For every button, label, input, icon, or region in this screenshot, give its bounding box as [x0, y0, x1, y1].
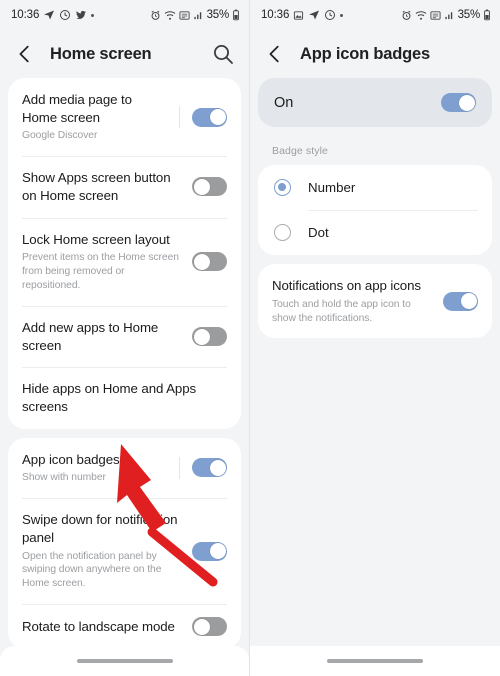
radio-dot[interactable] — [274, 224, 291, 241]
chevron-left-icon[interactable] — [264, 43, 286, 65]
settings-card-general: Add media page to Home screen Google Dis… — [8, 78, 241, 429]
search-icon[interactable] — [211, 42, 235, 66]
nav-bar-left — [0, 646, 249, 676]
status-bar-right: 10:36 35% — [250, 0, 500, 30]
twitter-icon — [76, 10, 87, 19]
row-sublabel: Google Discover — [22, 130, 98, 142]
settings-card-badges: App icon badges Show with number Swipe d… — [8, 437, 241, 650]
left-phone-screen: 10:36 35% Home screen Add media page to … — [0, 0, 250, 676]
app-header-right: App icon badges — [250, 30, 500, 78]
alarm-icon — [402, 10, 411, 20]
toggle-lock-home-layout[interactable] — [192, 252, 227, 272]
row-sublabel: Prevent items on the Home screen from be… — [22, 252, 179, 292]
network-icon — [179, 10, 190, 20]
right-phone-screen: 10:36 35% App icon badges On Badge style… — [250, 0, 500, 676]
signal-icon — [193, 11, 201, 19]
dot-icon — [91, 13, 95, 17]
radio-label: Dot — [308, 225, 329, 240]
signal-icon — [444, 11, 452, 19]
dot-icon — [340, 13, 344, 17]
row-sublabel: Show with number — [22, 472, 106, 484]
row-rotate-landscape[interactable]: Rotate to landscape mode — [8, 604, 241, 649]
notifications-card: Notifications on app icons Touch and hol… — [258, 264, 492, 339]
row-hide-apps[interactable]: Hide apps on Home and Apps screens — [8, 367, 241, 428]
image-icon — [294, 10, 304, 20]
wifi-icon — [164, 10, 175, 20]
battery-icon — [233, 9, 239, 21]
row-add-media-page[interactable]: Add media page to Home screen Google Dis… — [8, 78, 241, 156]
master-switch-label: On — [274, 94, 294, 111]
toggle-notifications-on-app-icons[interactable] — [443, 291, 478, 311]
row-label: Hide apps on Home and Apps screens — [22, 381, 197, 414]
battery-percent: 35% — [206, 9, 230, 21]
row-lock-home-layout[interactable]: Lock Home screen layout Prevent items on… — [8, 217, 241, 306]
section-header-badge-style: Badge style — [272, 145, 328, 157]
row-show-apps-button[interactable]: Show Apps screen button on Home screen — [8, 156, 241, 217]
row-add-new-apps[interactable]: Add new apps to Home screen — [8, 305, 241, 367]
badge-style-card: Number Dot — [258, 165, 492, 255]
radio-number[interactable] — [274, 179, 291, 196]
row-label: Notifications on app icons — [272, 278, 421, 293]
row-label: App icon badges — [22, 451, 120, 467]
status-bar-right-icons: 35% — [150, 9, 240, 21]
toggle-add-new-apps[interactable] — [192, 327, 227, 347]
row-label: Add new apps to Home screen — [22, 319, 159, 353]
send-icon — [44, 10, 55, 20]
row-notifications-on-app-icons[interactable]: Notifications on app icons Touch and hol… — [258, 264, 492, 338]
status-bar-left-icons: 10:36 — [11, 9, 95, 21]
radio-row-dot[interactable]: Dot — [258, 210, 492, 255]
toggle-app-icon-badges[interactable] — [192, 458, 227, 478]
toggle-add-media-page[interactable] — [192, 107, 227, 127]
row-label: Show Apps screen button on Home screen — [22, 170, 171, 203]
home-gesture-bar[interactable] — [76, 659, 173, 663]
row-app-icon-badges[interactable]: App icon badges Show with number — [8, 438, 241, 499]
toggle-divider — [179, 106, 180, 129]
toggle-divider — [179, 456, 180, 479]
home-gesture-bar[interactable] — [327, 659, 423, 663]
row-sublabel: Open the notification panel by swiping d… — [22, 550, 162, 590]
toggle-rotate-landscape[interactable] — [192, 617, 227, 637]
battery-icon — [484, 9, 490, 21]
toggle-show-apps-button[interactable] — [192, 177, 227, 197]
dual-screenshot: 10:36 35% Home screen Add media page to … — [0, 0, 500, 676]
send-icon — [309, 10, 320, 20]
row-label: Swipe down for notification panel — [22, 512, 178, 545]
clock-icon — [325, 10, 336, 20]
wifi-icon — [415, 10, 426, 20]
status-time: 10:36 — [11, 9, 40, 21]
page-title: Home screen — [50, 44, 152, 63]
row-label: Rotate to landscape mode — [22, 618, 175, 634]
row-label: Add media page to Home screen — [22, 92, 132, 125]
row-sublabel: Touch and hold the app icon to show the … — [272, 298, 411, 324]
network-icon — [430, 10, 441, 20]
chevron-left-icon[interactable] — [14, 43, 36, 65]
page-title: App icon badges — [300, 44, 430, 63]
toggle-swipe-down-notification[interactable] — [192, 541, 227, 561]
row-label: Lock Home screen layout — [22, 231, 170, 247]
row-swipe-down-notification[interactable]: Swipe down for notification panel Open t… — [8, 498, 241, 604]
toggle-app-icon-badges-master[interactable] — [441, 93, 476, 112]
status-bar-right-icons: 35% — [401, 9, 491, 21]
radio-row-number[interactable]: Number — [258, 165, 492, 210]
nav-bar-right — [250, 646, 500, 676]
status-bar-left: 10:36 35% — [0, 0, 249, 30]
clock-icon — [60, 10, 71, 20]
radio-label: Number — [308, 180, 356, 195]
app-header-left: Home screen — [0, 30, 249, 78]
status-time: 10:36 — [261, 9, 290, 21]
master-switch-row[interactable]: On — [258, 78, 492, 127]
alarm-icon — [151, 10, 160, 20]
status-bar-left-icons: 10:36 — [261, 9, 344, 21]
battery-percent: 35% — [457, 9, 481, 21]
